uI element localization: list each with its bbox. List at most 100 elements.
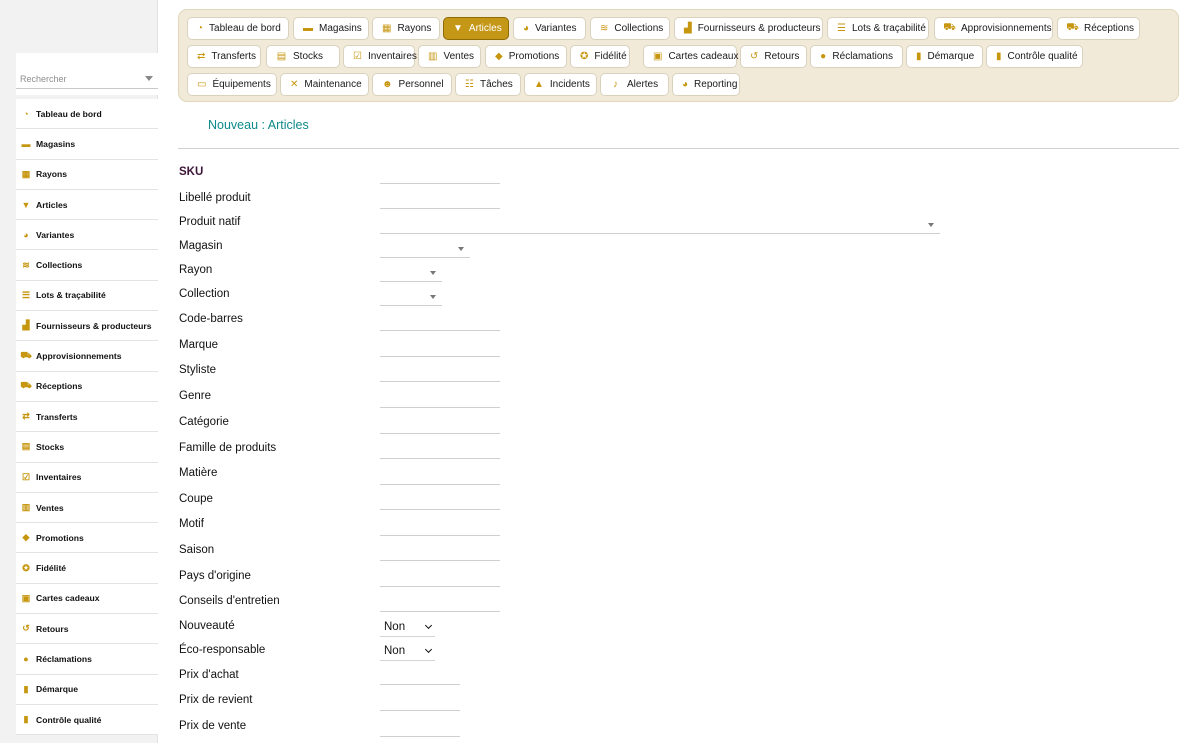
toolbar-button-approvisionnements[interactable]: ⛟ Approvisionnements — [934, 17, 1053, 40]
toolbar-button-maintenance[interactable]: ✕ Maintenance — [280, 73, 369, 96]
toolbar-button-equipements[interactable]: ▭ Équipements — [187, 73, 277, 96]
toolbar-button-cartes-cadeaux[interactable]: ▣ Cartes cadeaux — [643, 45, 739, 68]
toolbar-button-label: Équipements — [212, 79, 271, 90]
toolbar-button-label: Réceptions — [1084, 23, 1135, 34]
sidebar-item-label: Tableau de bord — [36, 108, 102, 119]
toolbar-button-label: Variantes — [535, 23, 577, 34]
toolbar-button-incidents[interactable]: ▲ Incidents — [524, 73, 597, 96]
prix-de-vente-input[interactable] — [380, 719, 460, 737]
prix-de-revient-input[interactable] — [380, 693, 460, 711]
saison-input[interactable] — [380, 543, 500, 561]
matiere-input[interactable] — [380, 467, 500, 485]
styliste-input[interactable] — [380, 364, 500, 382]
toolbar-button-alertes[interactable]: ♪ Alertes — [600, 73, 669, 96]
sidebar-item-retours[interactable]: ↺ Retours — [16, 614, 158, 645]
prix-d-achat-input[interactable] — [380, 667, 460, 685]
eco-responsable-select[interactable]: Non — [380, 641, 435, 661]
select-value: Non — [384, 644, 406, 657]
toolbar-button-promotions[interactable]: ◆ Promotions — [485, 45, 567, 68]
magasin-select[interactable] — [380, 240, 470, 258]
sidebar-item-label: Variantes — [36, 229, 75, 240]
toolbar-button-transferts[interactable]: ⇄ Transferts — [187, 45, 261, 68]
toolbar-button-receptions[interactable]: ⛟ Réceptions — [1057, 17, 1140, 40]
toolbar-button-variantes[interactable]: ◕ Variantes — [513, 17, 586, 40]
title-divider — [178, 148, 1179, 149]
sidebar-item-inventaires[interactable]: ☑ Inventaires — [16, 463, 158, 493]
genre-input[interactable] — [380, 390, 500, 408]
field-label-prix-d-achat: Prix d'achat — [179, 669, 239, 681]
field-label-pays-d-origine: Pays d'origine — [179, 570, 251, 582]
toolbar-button-fournisseurs-and-producteurs[interactable]: ▟ Fournisseurs & producteurs — [674, 17, 823, 40]
toolbar-button-reclamations[interactable]: ● Réclamations — [810, 45, 903, 68]
sidebar-item-rayons[interactable]: ▦ Rayons — [16, 160, 158, 190]
toolbar-button-taches[interactable]: ☷ Tâches — [455, 73, 521, 96]
libelle-produit-input[interactable] — [380, 191, 500, 209]
toolbar-button-reporting[interactable]: ◕ Reporting — [672, 73, 740, 96]
toolbar-button-articles[interactable]: ▼ Articles — [443, 17, 509, 40]
toolbar-button-magasins[interactable]: ▬ Magasins — [293, 17, 369, 40]
cart-icon: ⛟ — [20, 350, 32, 361]
sidebar-item-tableau-de-bord[interactable]: ◔ Tableau de bord — [16, 99, 158, 130]
tags-icon: ◆ — [22, 532, 30, 543]
transfer-icon: ⇄ — [197, 51, 206, 62]
motif-input[interactable] — [380, 518, 500, 536]
search-input[interactable] — [16, 69, 158, 89]
toolbar-button-label: Collections — [614, 23, 664, 34]
sku-input[interactable] — [380, 166, 500, 184]
marque-input[interactable] — [380, 339, 500, 357]
nouveaute-select[interactable]: Non — [380, 617, 435, 637]
sidebar-item-lots-and-tracabilite[interactable]: ☰ Lots & traçabilité — [16, 281, 158, 312]
toolbar-button-label: Lots & traçabilité — [851, 23, 926, 34]
sidebar-item-approvisionnements[interactable]: ⛟ Approvisionnements — [16, 341, 158, 372]
clipboard-check-icon: ☑ — [21, 471, 31, 482]
sidebar-item-ventes[interactable]: ▥ Ventes — [16, 493, 158, 524]
sidebar-item-articles[interactable]: ▼ Articles — [16, 190, 158, 221]
toolbar-button-ventes[interactable]: ▥ Ventes — [418, 45, 481, 68]
toolbar-button-inventaires[interactable]: ☑ Inventaires — [343, 45, 417, 68]
chevron-down-icon[interactable] — [145, 76, 153, 81]
sidebar-item-fournisseurs-and-producteurs[interactable]: ▟ Fournisseurs & producteurs — [16, 311, 158, 342]
famille-de-produits-input[interactable] — [380, 441, 500, 459]
sidebar-item-magasins[interactable]: ▬ Magasins — [16, 129, 158, 160]
undo-icon: ↺ — [22, 623, 30, 634]
sidebar-item-controle-qualite[interactable]: ▮ Contrôle qualité — [16, 705, 158, 736]
code-barres-input[interactable] — [380, 313, 500, 331]
sidebar-item-receptions[interactable]: ⛟ Réceptions — [16, 372, 158, 402]
toolbar-button-lots-and-tracabilite[interactable]: ☰ Lots & traçabilité — [827, 17, 929, 40]
trash-icon: ▮ — [23, 683, 29, 694]
toolbar-button-fidelite[interactable]: ✪ Fidélité — [570, 45, 630, 68]
toolbar-button-retours[interactable]: ↺ Retours — [740, 45, 807, 68]
collection-select[interactable] — [380, 288, 442, 306]
sidebar-item-stocks[interactable]: ▤ Stocks — [16, 432, 158, 463]
toolbar-button-demarque[interactable]: ▮ Démarque — [906, 45, 983, 68]
sidebar-item-transferts[interactable]: ⇄ Transferts — [16, 402, 158, 433]
sidebar: ◔ Tableau de bord ▬ Magasins ▦ Rayons ▼ Article… — [0, 0, 158, 743]
sidebar-item-cartes-cadeaux[interactable]: ▣ Cartes cadeaux — [16, 584, 158, 615]
clipboard-check-icon: ☑ — [353, 51, 362, 62]
gift-icon: ▣ — [21, 592, 31, 603]
field-label-magasin: Magasin — [179, 240, 223, 252]
toolbar-button-label: Maintenance — [304, 79, 362, 90]
sidebar-item-fidelite[interactable]: ✪ Fidélité — [16, 553, 158, 584]
pays-d-origine-input[interactable] — [380, 569, 500, 587]
sidebar-item-demarque[interactable]: ▮ Démarque — [16, 675, 158, 705]
toolbar-button-controle-qualite[interactable]: ▮ Contrôle qualité — [986, 45, 1083, 68]
toolbar-button-collections[interactable]: ≋ Collections — [590, 17, 670, 40]
rayon-select[interactable] — [380, 264, 442, 282]
toolbar-button-personnel[interactable]: ☻ Personnel — [372, 73, 452, 96]
sidebar-item-promotions[interactable]: ◆ Promotions — [16, 523, 158, 554]
coupe-input[interactable] — [380, 492, 500, 510]
industry-icon: ▟ — [22, 320, 30, 331]
chevron-down-icon — [424, 621, 433, 630]
sidebar-item-collections[interactable]: ≋ Collections — [16, 250, 158, 281]
toolbar-button-stocks[interactable]: ▤ Stocks — [266, 45, 340, 68]
conseils-d-entretien-input[interactable] — [380, 594, 500, 612]
sidebar-item-reclamations[interactable]: ● Réclamations — [16, 644, 158, 675]
produit-natif-select[interactable] — [380, 216, 940, 234]
field-label-genre: Genre — [179, 390, 211, 402]
toolbar-button-rayons[interactable]: ▦ Rayons — [372, 17, 440, 40]
sidebar-item-variantes[interactable]: ◕ Variantes — [16, 220, 158, 251]
categorie-input[interactable] — [380, 416, 500, 434]
cash-register-icon: ▥ — [21, 502, 31, 512]
toolbar-button-tableau-de-bord[interactable]: ◔ Tableau de bord — [187, 17, 289, 40]
